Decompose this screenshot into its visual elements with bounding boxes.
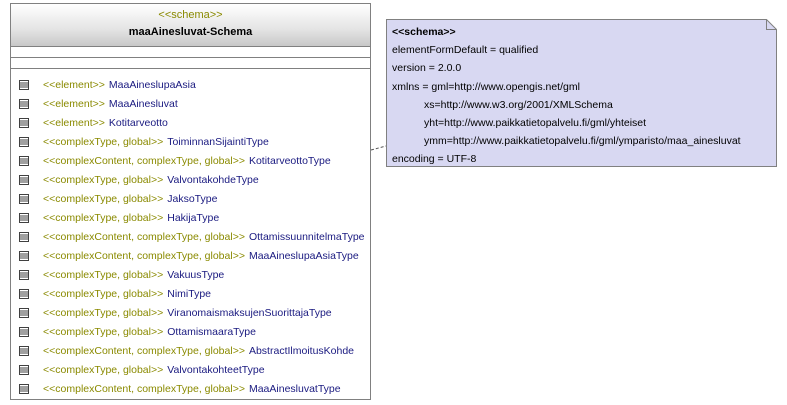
attribute-list-icon: [19, 98, 29, 109]
item-name: Kotitarveotto: [108, 116, 168, 129]
list-item[interactable]: <<complexContent, complexType, global>> O…: [11, 227, 370, 246]
item-name: NimiType: [167, 287, 212, 300]
attribute-list-icon: [19, 288, 29, 299]
note-line: version = 2.0.0: [392, 62, 462, 75]
attribute-list-icon: [19, 155, 29, 166]
attribute-list-icon: [19, 174, 29, 185]
item-stereotype: <<element>>: [43, 97, 105, 110]
item-stereotype: <<complexContent, complexType, global>>: [43, 230, 245, 243]
item-stereotype: <<complexType, global>>: [43, 325, 164, 338]
attribute-list-icon: [19, 212, 29, 223]
list-item[interactable]: <<complexContent, complexType, global>> M…: [11, 379, 370, 398]
item-name: KotitarveottoType: [248, 154, 331, 167]
item-name: VakuusType: [167, 268, 225, 281]
list-item[interactable]: <<complexType, global>> ValvontakohteetTy…: [11, 360, 370, 379]
item-name: JaksoType: [167, 192, 218, 205]
attribute-list-icon: [19, 307, 29, 318]
item-name: OttamissuunnitelmaType: [248, 230, 365, 243]
attribute-list-icon: [19, 345, 29, 356]
item-stereotype: <<complexContent, complexType, global>>: [43, 249, 245, 262]
note-text: <<schema>> elementFormDefault = qualifie…: [392, 23, 741, 169]
attribute-list-icon: [19, 364, 29, 375]
attribute-list-icon: [19, 117, 29, 128]
item-name: AbstractIlmoitusKohde: [248, 344, 355, 357]
item-stereotype: <<complexType, global>>: [43, 211, 164, 224]
item-stereotype: <<complexContent, complexType, global>>: [43, 344, 245, 357]
item-name: MaaAinesluvatType: [248, 382, 341, 395]
attribute-list-icon: [19, 383, 29, 394]
item-name: ValvontakohteetType: [167, 363, 265, 376]
attribute-list-icon: [19, 193, 29, 204]
attribute-list-icon: [19, 136, 29, 147]
attribute-list-icon: [19, 231, 29, 242]
item-name: ViranomaismaksujenSuorittajaType: [167, 306, 332, 319]
list-item[interactable]: <<complexContent, complexType, global>> A…: [11, 341, 370, 360]
empty-compartment: [11, 58, 370, 69]
schema-class-box[interactable]: <<schema>> maaAinesluvat-Schema <<elemen…: [10, 3, 371, 400]
empty-compartment: [11, 47, 370, 58]
item-stereotype: <<complexContent, complexType, global>>: [43, 382, 245, 395]
schema-note[interactable]: <<schema>> elementFormDefault = qualifie…: [386, 19, 777, 167]
note-title: <<schema>>: [392, 26, 456, 38]
list-item[interactable]: <<complexType, global>> HakijaType: [11, 208, 370, 227]
item-stereotype: <<complexType, global>>: [43, 306, 164, 319]
list-item[interactable]: <<complexContent, complexType, global>> M…: [11, 246, 370, 265]
element-list: <<element>> MaaAineslupaAsia <<element>> Ma…: [11, 69, 370, 398]
note-line: elementFormDefault = qualified: [392, 44, 539, 57]
item-name: ToiminnanSijaintiType: [167, 135, 269, 148]
item-name: MaaAineslupaAsiaType: [248, 249, 359, 262]
item-name: ValvontakohdeType: [167, 173, 259, 186]
attribute-list-icon: [19, 269, 29, 280]
item-stereotype: <<complexType, global>>: [43, 192, 164, 205]
list-item[interactable]: <<complexType, global>> VakuusType: [11, 265, 370, 284]
item-stereotype: <<complexType, global>>: [43, 268, 164, 281]
item-stereotype: <<complexType, global>>: [43, 363, 164, 376]
item-stereotype: <<complexType, global>>: [43, 287, 164, 300]
note-line: xmlns = gml=http://www.opengis.net/gml: [392, 80, 580, 93]
class-stereotype: <<schema>>: [158, 9, 223, 21]
list-item[interactable]: <<complexType, global>> Viranomaismaksuje…: [11, 303, 370, 322]
item-stereotype: <<element>>: [43, 116, 105, 129]
list-item[interactable]: <<complexContent, complexType, global>> K…: [11, 151, 370, 170]
item-stereotype: <<complexType, global>>: [43, 135, 164, 148]
list-item[interactable]: <<complexType, global>> NimiType: [11, 284, 370, 303]
list-item[interactable]: <<complexType, global>> ToiminnanSijainti…: [11, 132, 370, 151]
note-line: xs=http://www.w3.org/2001/XMLSchema: [424, 98, 613, 111]
item-name: HakijaType: [167, 211, 220, 224]
item-name: OttamismaaraType: [167, 325, 256, 338]
class-header: <<schema>> maaAinesluvat-Schema: [11, 4, 370, 47]
list-item[interactable]: <<complexType, global>> OttamismaaraType: [11, 322, 370, 341]
list-item[interactable]: <<element>> MaaAinesluvat: [11, 94, 370, 113]
attribute-list-icon: [19, 79, 29, 90]
item-stereotype: <<complexType, global>>: [43, 173, 164, 186]
list-item[interactable]: <<complexType, global>> ValvontakohdeType: [11, 170, 370, 189]
list-item[interactable]: <<complexType, global>> JaksoType: [11, 189, 370, 208]
item-name: MaaAinesluvat: [108, 97, 178, 110]
item-stereotype: <<complexContent, complexType, global>>: [43, 154, 245, 167]
attribute-list-icon: [19, 326, 29, 337]
attribute-list-icon: [19, 250, 29, 261]
class-name: maaAinesluvat-Schema: [128, 26, 253, 38]
item-name: MaaAineslupaAsia: [108, 78, 196, 91]
item-stereotype: <<element>>: [43, 78, 105, 91]
list-item[interactable]: <<element>> Kotitarveotto: [11, 113, 370, 132]
note-line: encoding = UTF-8: [392, 153, 477, 166]
note-line: ymm=http://www.paikkatietopalvelu.fi/gml…: [424, 135, 741, 148]
note-line: yht=http://www.paikkatietopalvelu.fi/gml…: [424, 116, 647, 129]
list-item[interactable]: <<element>> MaaAineslupaAsia: [11, 75, 370, 94]
